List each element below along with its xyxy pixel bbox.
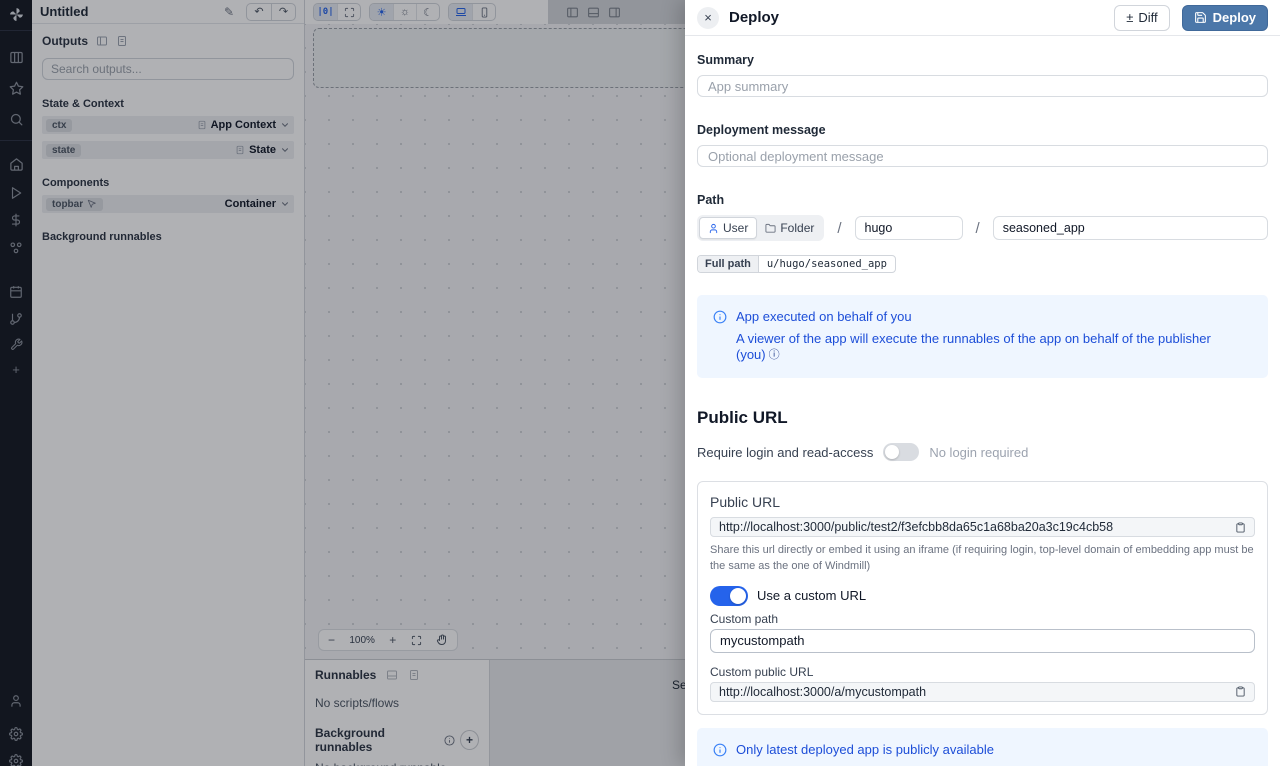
custom-path-label: Custom path	[710, 612, 1255, 626]
custom-url-toggle-label: Use a custom URL	[757, 588, 866, 603]
summary-label: Summary	[697, 53, 1268, 67]
custom-public-url-value: http://localhost:3000/a/mycustompath	[719, 685, 1227, 699]
info-icon[interactable]: ⓘ	[769, 349, 780, 361]
plus-minus-icon: ±	[1126, 10, 1133, 25]
public-url-value: http://localhost:3000/public/test2/f3efc…	[719, 520, 1227, 534]
path-label: Path	[697, 193, 1268, 207]
user-icon	[708, 223, 719, 234]
diff-button[interactable]: ±Diff	[1114, 5, 1169, 31]
owner-kind-folder[interactable]: Folder	[757, 217, 822, 239]
full-path-badge: Full path u/hugo/seasoned_app	[697, 255, 896, 273]
deployment-message-label: Deployment message	[697, 123, 1268, 137]
path-row: User Folder / /	[697, 215, 1268, 241]
custom-path-input[interactable]	[710, 629, 1255, 653]
behalf-body: A viewer of the app will execute the run…	[736, 331, 1211, 362]
drawer-backdrop[interactable]	[0, 0, 685, 766]
custom-public-url-label: Custom public URL	[710, 665, 1255, 679]
copy-clipboard-icon[interactable]	[1235, 522, 1246, 533]
copy-clipboard-icon[interactable]	[1235, 686, 1246, 697]
full-path-value: u/hugo/seasoned_app	[759, 256, 895, 272]
deploy-button[interactable]: Deploy	[1182, 5, 1268, 31]
public-url-box: Public URL http://localhost:3000/public/…	[697, 481, 1268, 715]
custom-public-url-field[interactable]: http://localhost:3000/a/mycustompath	[710, 682, 1255, 702]
owner-kind-user[interactable]: User	[699, 217, 757, 239]
custom-url-toggle-row: Use a custom URL	[710, 586, 1255, 606]
full-path-label: Full path	[698, 256, 759, 272]
deployment-message-input[interactable]	[697, 145, 1268, 167]
public-url-field[interactable]: http://localhost:3000/public/test2/f3efc…	[710, 517, 1255, 537]
app-root: + Untitled ✎ ↶ ↷ Outputs State & Context…	[0, 0, 1280, 766]
path-separator: /	[837, 220, 841, 237]
latest-deploy-info-box: Only latest deployed app is publicly ava…	[697, 728, 1268, 766]
public-url-heading: Public URL	[697, 408, 1268, 428]
require-login-toggle[interactable]	[883, 443, 919, 461]
path-owner-input[interactable]	[855, 216, 963, 240]
save-icon	[1194, 11, 1207, 24]
folder-icon	[765, 223, 776, 234]
custom-url-toggle[interactable]	[710, 586, 748, 606]
summary-input[interactable]	[697, 75, 1268, 97]
close-icon[interactable]: ×	[697, 7, 719, 29]
drawer-header: × Deploy ±Diff Deploy	[685, 0, 1280, 36]
drawer-title: Deploy	[729, 9, 779, 26]
require-login-label: Require login and read-access	[697, 445, 873, 460]
login-status-text: No login required	[929, 445, 1028, 460]
behalf-title: App executed on behalf of you	[736, 309, 912, 324]
share-hint: Share this url directly or embed it usin…	[710, 543, 1255, 575]
info-icon	[713, 310, 727, 324]
public-url-box-title: Public URL	[710, 494, 1255, 510]
owner-kind-group: User Folder	[697, 215, 824, 241]
require-login-row: Require login and read-access No login r…	[697, 443, 1268, 461]
path-name-input[interactable]	[993, 216, 1268, 240]
deploy-drawer: × Deploy ±Diff Deploy Summary Deployment…	[685, 0, 1280, 766]
latest-deploy-title: Only latest deployed app is publicly ava…	[736, 742, 994, 757]
info-icon	[713, 743, 727, 757]
path-separator: /	[976, 220, 980, 237]
behalf-info-box: App executed on behalf of you A viewer o…	[697, 295, 1268, 378]
